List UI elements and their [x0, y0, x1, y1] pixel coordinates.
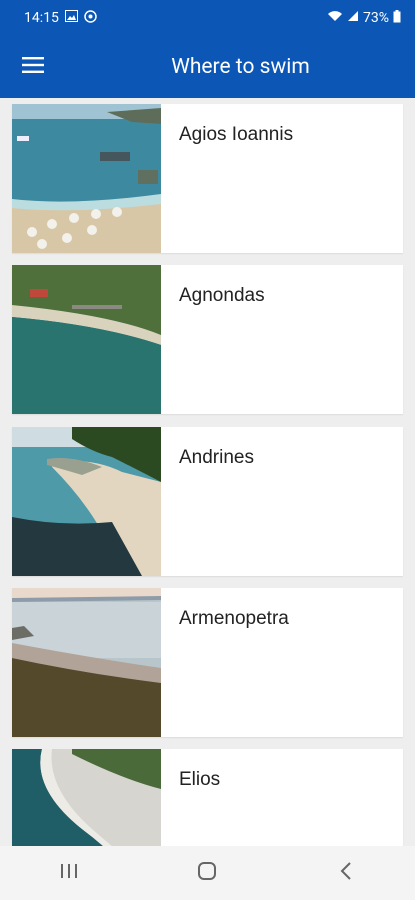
- beach-name: Agios Ioannis: [179, 124, 294, 145]
- beach-name: Andrines: [179, 447, 254, 468]
- system-nav-bar: [0, 846, 415, 900]
- beach-photo: [12, 427, 161, 576]
- status-bar: 14:15 73%: [0, 0, 415, 36]
- status-time: 14:15: [24, 10, 59, 26]
- recent-apps-button[interactable]: [39, 853, 99, 893]
- wifi-icon: [327, 10, 343, 26]
- home-icon: [197, 861, 217, 885]
- beach-card-andrines[interactable]: Andrines: [12, 427, 403, 576]
- beach-photo: [12, 265, 161, 414]
- back-button[interactable]: [316, 853, 376, 893]
- beach-photo: [12, 104, 161, 253]
- back-icon: [340, 862, 352, 884]
- beach-card-armenopetra[interactable]: Armenopetra: [12, 588, 403, 737]
- beach-photo: [12, 588, 161, 737]
- signal-icon: [347, 10, 359, 26]
- menu-button[interactable]: [0, 36, 66, 98]
- page-title: Where to swim: [171, 55, 310, 79]
- beach-card-agios-ioannis[interactable]: Agios Ioannis: [12, 104, 403, 253]
- home-button[interactable]: [177, 853, 237, 893]
- hamburger-menu-icon: [22, 56, 44, 78]
- beach-photo: [12, 749, 161, 846]
- beach-name: Armenopetra: [179, 608, 289, 629]
- beach-name: Agnondas: [179, 285, 265, 306]
- app-bar: Where to swim: [0, 36, 415, 98]
- beach-card-elios[interactable]: Elios: [12, 749, 403, 846]
- recent-apps-icon: [60, 863, 78, 883]
- beach-list[interactable]: Agios Ioannis Agnondas Andrines Armenope…: [0, 98, 415, 846]
- beach-card-agnondas[interactable]: Agnondas: [12, 265, 403, 414]
- battery-icon: [393, 9, 401, 27]
- battery-label: 73%: [363, 10, 389, 26]
- gallery-icon: [64, 10, 78, 26]
- app-icon: [84, 9, 97, 27]
- beach-name: Elios: [179, 769, 221, 790]
